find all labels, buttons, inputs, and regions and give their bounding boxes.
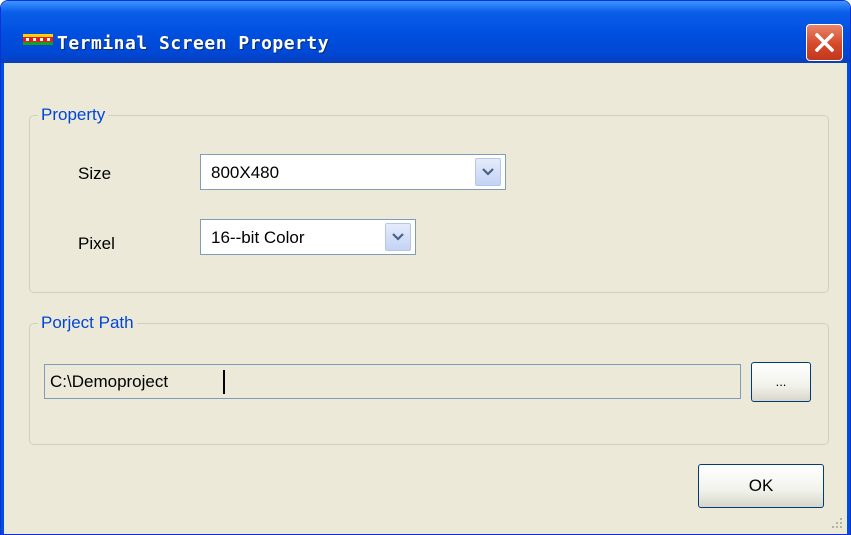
size-label: Size (78, 164, 112, 183)
chevron-down-icon (482, 168, 494, 176)
size-value: 800X480 (211, 163, 280, 182)
browse-button[interactable]: ... (751, 362, 811, 402)
pixel-value: 16--bit Color (211, 228, 305, 247)
property-group: Property (29, 105, 829, 293)
project-path-legend: Porject Path (41, 313, 134, 332)
resize-grip-icon[interactable] (830, 516, 844, 530)
title-bar[interactable]: Terminal Screen Property (1, 1, 850, 63)
window-border-left (1, 63, 4, 534)
pixel-label: Pixel (78, 234, 115, 253)
pixel-dropdown[interactable]: 16--bit Color (200, 219, 416, 255)
chevron-down-icon (392, 233, 404, 241)
close-icon (815, 33, 834, 52)
app-icon (23, 34, 53, 45)
ok-button[interactable]: OK (698, 464, 824, 508)
close-button[interactable] (806, 24, 843, 61)
pixel-dropdown-button[interactable] (385, 223, 411, 251)
dialog-window: Terminal Screen Property Property Size 8… (0, 0, 851, 535)
text-caret (223, 370, 225, 394)
project-path-input[interactable]: C:\Demoproject (44, 364, 741, 399)
size-dropdown[interactable]: 800X480 (200, 154, 506, 190)
window-border-right (847, 63, 850, 534)
window-title: Terminal Screen Property (57, 33, 330, 54)
property-legend: Property (41, 105, 106, 124)
size-dropdown-button[interactable] (475, 158, 501, 186)
project-path-value: C:\Demoproject (50, 372, 169, 391)
